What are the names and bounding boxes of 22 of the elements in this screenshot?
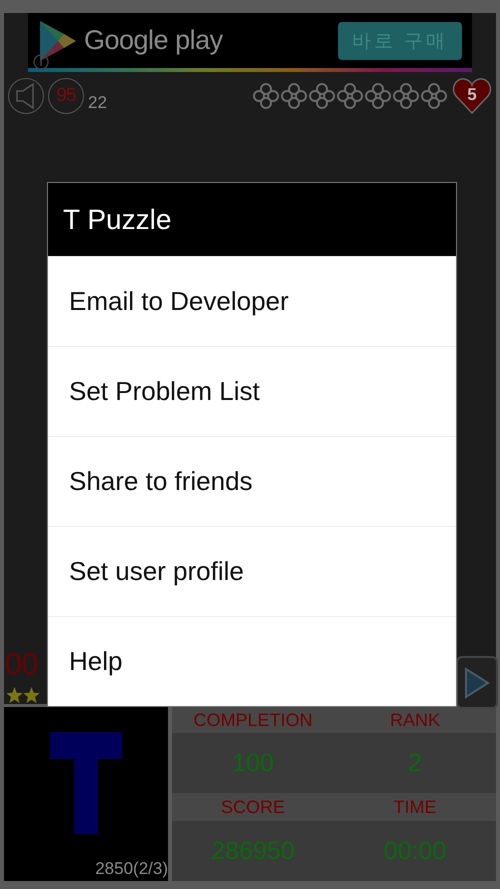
- menu-item[interactable]: Share to friends: [48, 436, 456, 526]
- piece-caption: 2850(2/3): [95, 859, 168, 879]
- menu-item[interactable]: Set Problem List: [48, 346, 456, 436]
- lives-heart: 5: [452, 76, 492, 116]
- menu-item[interactable]: Set user profile: [48, 526, 456, 616]
- stat-label: TIME: [334, 793, 496, 821]
- play-icon: [463, 666, 491, 700]
- menu-item[interactable]: Help: [48, 616, 456, 706]
- stat-label: COMPLETION: [172, 707, 334, 733]
- stat-label: RANK: [334, 707, 496, 733]
- sound-button[interactable]: [8, 78, 44, 114]
- stat-label: SCORE: [172, 793, 334, 821]
- timer-badge: 95: [48, 78, 84, 114]
- dialog-title: T Puzzle: [48, 183, 456, 256]
- play-logo-icon: [38, 20, 78, 62]
- info-icon[interactable]: [33, 54, 49, 70]
- score-digits: 00: [5, 648, 38, 682]
- store-logo-text: Google play: [84, 25, 223, 56]
- next-button[interactable]: [456, 656, 498, 709]
- move-count: 22: [88, 93, 107, 113]
- speaker-icon: [15, 83, 37, 109]
- menu-item[interactable]: Email to Developer: [48, 256, 456, 346]
